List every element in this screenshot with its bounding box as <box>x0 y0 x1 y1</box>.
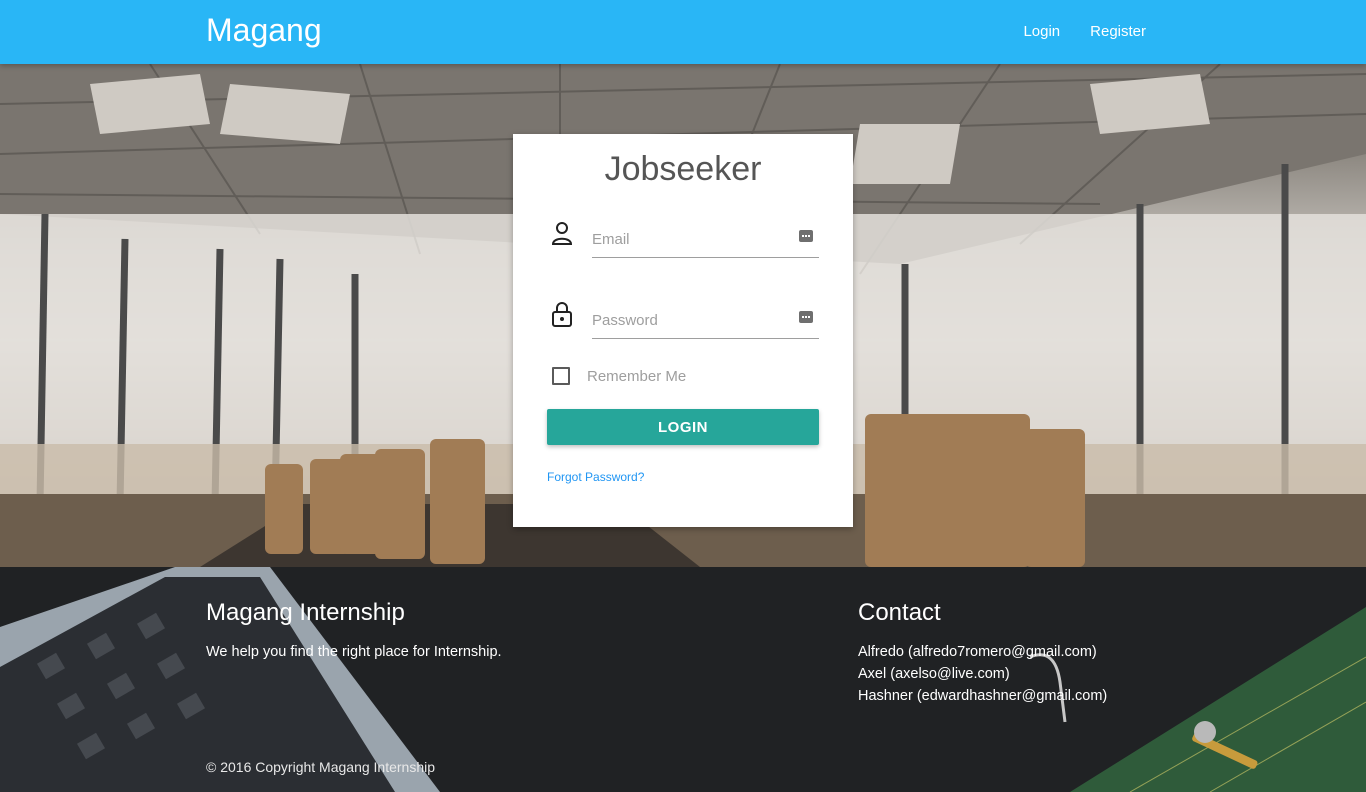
about-title: Magang Internship <box>206 599 405 626</box>
user-icon <box>551 222 573 245</box>
desk-background-image <box>0 567 1366 792</box>
contact-section: Contact Alfredo (alfredo7romero@gmail.co… <box>858 599 1107 707</box>
lock-icon <box>552 302 572 327</box>
login-card-title: Jobseeker <box>604 150 762 188</box>
nav-login-link[interactable]: Login <box>1008 0 1075 64</box>
copyright-text: © 2016 Copyright Magang Internship <box>206 759 436 775</box>
nav-register-link[interactable]: Register <box>1075 0 1161 64</box>
login-card: Jobseeker Remember Me Login Forgot Passw… <box>513 134 853 527</box>
about-text: We help you find the right place for Int… <box>206 644 502 660</box>
contact-item: Axel (axelso@live.com) <box>858 666 1010 682</box>
email-field-group <box>547 214 819 264</box>
remember-me-row: Remember Me <box>552 366 686 386</box>
forgot-password-link[interactable]: Forgot Password? <box>547 470 644 484</box>
contact-list: Alfredo (alfredo7romero@gmail.com) Axel … <box>858 641 1107 707</box>
about-section: Magang Internship We help you find the r… <box>206 599 502 663</box>
contact-item: Hashner (edwardhashner@gmail.com) <box>858 688 1108 704</box>
login-button[interactable]: Login <box>547 409 819 445</box>
autofill-key-icon[interactable] <box>799 230 813 242</box>
contact-title: Contact <box>858 599 941 626</box>
brand-logo-link[interactable]: Magang <box>206 12 322 49</box>
remember-me-checkbox[interactable] <box>552 367 570 385</box>
top-navbar: Magang Login Register <box>0 0 1366 64</box>
nav-links: Login Register <box>1008 0 1161 64</box>
password-input[interactable] <box>592 303 819 339</box>
contact-item: Alfredo (alfredo7romero@gmail.com) <box>858 644 1097 660</box>
password-field-group <box>547 295 819 345</box>
remember-me-label[interactable]: Remember Me <box>587 368 686 385</box>
autofill-key-icon[interactable] <box>799 311 813 323</box>
footer: Magang Internship We help you find the r… <box>0 567 1366 792</box>
email-input[interactable] <box>592 222 819 258</box>
